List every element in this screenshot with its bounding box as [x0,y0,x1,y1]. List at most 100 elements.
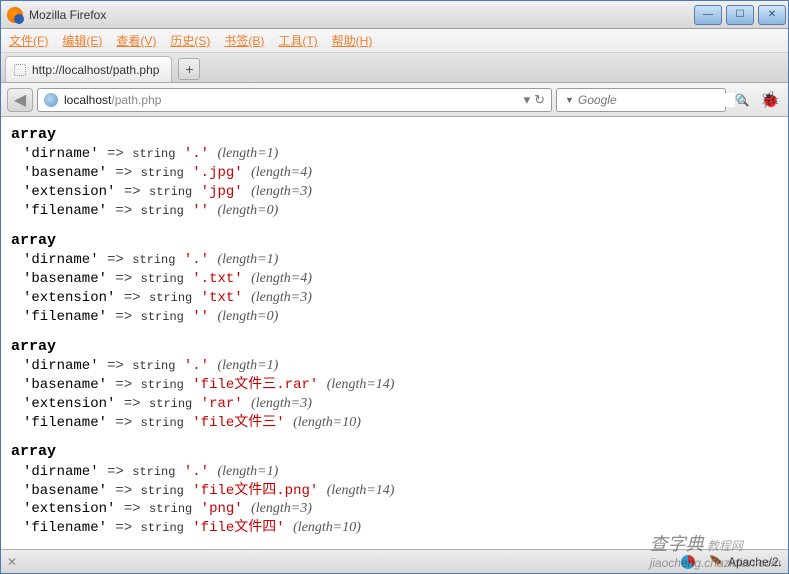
apache-feather-icon: 🪶 [709,555,724,569]
arrow-icon: => [124,184,141,200]
menu-help[interactable]: 帮助(H) [332,32,373,49]
array-row: 'basename' => string '.jpg' (length=4) [11,164,778,183]
window-controls: — ☐ ✕ [692,2,788,28]
array-row: 'dirname' => string '.' (length=1) [11,357,778,376]
value-type: string [141,521,184,535]
arrow-icon: => [115,520,132,536]
value-length: (length=14) [327,483,395,498]
array-row: 'basename' => string '.txt' (length=4) [11,270,778,289]
array-key: 'filename' [23,415,107,431]
array-key: 'basename' [23,165,107,181]
statusbar-close-icon[interactable]: ✕ [7,555,17,569]
reload-icon[interactable]: ↻ [534,92,545,108]
array-label: array [11,337,778,357]
array-key: 'dirname' [23,252,99,268]
value-length: (length=1) [218,146,279,161]
close-button[interactable]: ✕ [758,5,786,25]
array-row: 'filename' => string 'file文件三' (length=1… [11,414,778,433]
value-length: (length=10) [293,520,361,535]
menu-file[interactable]: 文件(F) [9,32,48,49]
value-length: (length=0) [217,309,278,324]
array-row: 'filename' => string 'file文件四' (length=1… [11,519,778,538]
value-string: 'file文件三.rar' [192,377,318,393]
arrow-icon: => [107,358,124,374]
menu-tools[interactable]: 工具(T) [278,32,317,49]
value-length: (length=4) [251,165,312,180]
value-string: 'file文件四.png' [192,483,318,499]
statusbar: ✕ 🪶 Apache/2. [1,549,788,573]
array-row: 'extension' => string 'rar' (length=3) [11,395,778,414]
arrow-icon: => [107,252,124,268]
value-type: string [141,204,184,218]
home-button[interactable]: ⌂ [730,88,754,112]
url-path: /path.php [111,93,161,107]
value-length: (length=14) [327,377,395,392]
value-type: string [141,310,184,324]
array-key: 'extension' [23,184,115,200]
value-length: (length=0) [217,203,278,218]
menu-history[interactable]: 历史(S) [170,32,210,49]
value-string: 'rar' [201,396,243,412]
arrow-icon: => [124,501,141,517]
value-string: '.' [184,358,209,374]
menu-view[interactable]: 查看(V) [116,32,156,49]
array-key: 'basename' [23,377,107,393]
value-string: 'txt' [201,290,243,306]
value-type: string [141,378,184,392]
array-key: 'extension' [23,501,115,517]
browser-window: Mozilla Firefox — ☐ ✕ 文件(F) 编辑(E) 查看(V) … [0,0,789,574]
value-type: string [141,166,184,180]
value-type: string [141,272,184,286]
value-type: string [132,253,175,267]
array-key: 'filename' [23,203,107,219]
tab-active[interactable]: http://localhost/path.php [5,56,172,82]
array-key: 'dirname' [23,358,99,374]
search-engine-dropdown-icon[interactable]: ▼ [565,95,574,105]
array-label: array [11,231,778,251]
url-bar[interactable]: localhost/path.php ▾ ↻ [37,88,552,112]
value-string: '.' [184,464,209,480]
value-string: '' [192,309,209,325]
arrow-icon: => [124,396,141,412]
arrow-icon: => [124,290,141,306]
value-string: 'file文件四' [192,520,284,536]
array-row: 'extension' => string 'txt' (length=3) [11,289,778,308]
menubar: 文件(F) 编辑(E) 查看(V) 历史(S) 书签(B) 工具(T) 帮助(H… [1,29,788,53]
array-key: 'extension' [23,290,115,306]
menu-bookmarks[interactable]: 书签(B) [224,32,264,49]
value-string: '.jpg' [192,165,242,181]
arrow-icon: => [115,309,132,325]
arrow-icon: => [115,415,132,431]
titlebar: Mozilla Firefox — ☐ ✕ [1,1,788,29]
url-host: localhost [64,93,111,107]
value-type: string [149,185,192,199]
array-label: array [11,442,778,462]
arrow-icon: => [115,483,132,499]
search-input[interactable] [578,93,735,107]
array-label: array [11,125,778,145]
array-key: 'basename' [23,483,107,499]
toolbar: ◀ localhost/path.php ▾ ↻ ▼ 🔍 ⌂ 🐞 [1,83,788,117]
page-content: array'dirname' => string '.' (length=1)'… [1,117,788,549]
arrow-icon: => [115,271,132,287]
value-length: (length=3) [251,184,312,199]
value-type: string [132,147,175,161]
firebug-button[interactable]: 🐞 [758,88,782,112]
value-length: (length=3) [251,396,312,411]
value-type: string [149,502,192,516]
value-length: (length=3) [251,290,312,305]
array-key: 'filename' [23,309,107,325]
menu-edit[interactable]: 编辑(E) [62,32,102,49]
minimize-button[interactable]: — [694,5,722,25]
array-row: 'dirname' => string '.' (length=1) [11,145,778,164]
array-row: 'basename' => string 'file文件三.rar' (leng… [11,376,778,395]
yslow-gauge-icon[interactable] [681,555,695,569]
maximize-button[interactable]: ☐ [726,5,754,25]
value-string: 'jpg' [201,184,243,200]
back-button[interactable]: ◀ [7,88,33,112]
search-bar[interactable]: ▼ 🔍 [556,88,726,112]
array-key: 'dirname' [23,146,99,162]
dropdown-history-icon[interactable]: ▾ [524,92,531,108]
new-tab-button[interactable]: + [178,58,200,80]
value-string: '.' [184,146,209,162]
